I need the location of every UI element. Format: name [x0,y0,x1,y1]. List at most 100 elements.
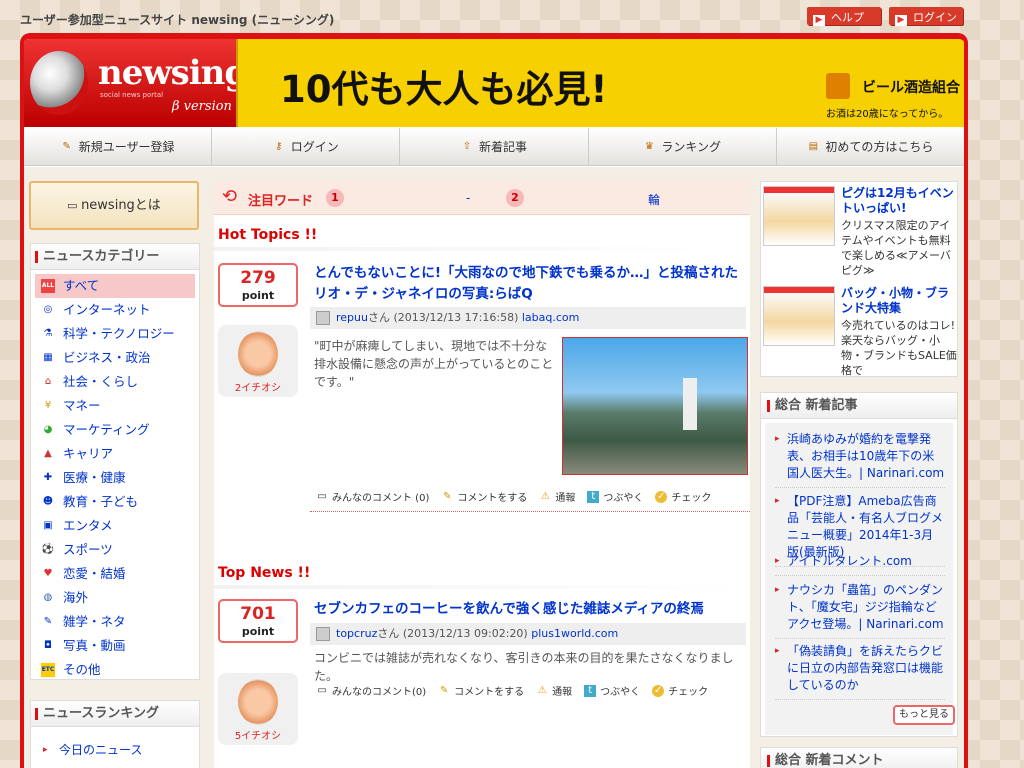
comment-icon: ▭ [317,684,327,696]
category-money[interactable]: ¥ マネー [31,394,199,418]
newsing-logo[interactable]: newsing social news portal β version [24,39,248,127]
report-label: 通報 [552,687,573,698]
about-newsing-button[interactable]: ▭ newsingとは [29,181,199,230]
logo-sub: social news portal [100,91,164,99]
category-label: キャリア [63,446,114,461]
category-overseas[interactable]: ◍ 海外 [31,586,199,610]
category-romance[interactable]: ♥ 恋愛・結婚 [31,562,199,586]
source-link[interactable]: plus1world.com [531,627,618,640]
global-nav: ✎ 新規ユーザー登録 ⚷ ログイン ⇧ 新着記事 ♛ ランキング ▤ 初めての方はこちら [24,128,964,166]
globe-icon: ◍ [43,592,53,603]
hot-word-2[interactable]: 輪 [648,191,660,208]
nav-label: ログイン [290,140,339,154]
category-photo-video[interactable]: ◘ 写真・動画 [31,634,199,658]
nav-new-articles[interactable]: ⇧ 新着記事 [400,128,589,165]
category-label: すべて [63,278,100,293]
hot-words-label: 注目ワード [248,194,314,209]
heart-icon: ♥ [43,568,53,579]
tweet-label: つぶやく [600,687,641,698]
ad-banner[interactable]: 10代も大人も必見! ビール酒造組合 お酒は20歳になってから。 [236,39,964,127]
hot-word-1[interactable]: - [466,191,470,205]
new-comments-box: 総合 新着コメント [760,747,958,768]
login-button[interactable]: ▶ ログイン [889,7,963,26]
avatar [316,627,330,641]
sports-icon: ⚽ [41,544,55,555]
book-icon: ▤ [808,140,819,152]
category-health[interactable]: ✚ 医療・健康 [31,466,199,490]
category-label: 写真・動画 [63,638,126,653]
more-button[interactable]: もっと見る [893,705,955,725]
logo-mark-icon [30,51,88,115]
category-career[interactable]: ▲ キャリア [31,442,199,466]
ad-title[interactable]: ピグは12月もイベントいっぱい! [841,186,959,216]
warning-icon: ⚠ [537,684,547,696]
new-article-link[interactable]: ナウシカ「蟲笛」のペンダント、「魔女宅」ジジ指輪などアクセ登場。| Narina… [775,582,945,639]
comments-label: みんなのコメント (0) [332,493,430,504]
crown-icon: ♛ [644,140,654,152]
category-education[interactable]: ☻ 教育・子ども [31,490,199,514]
check-link[interactable]: ✓ チェック [655,489,711,504]
new-article-link[interactable]: 【PDF注意】Ameba広告商品「芸能人・有名人ブログメニュー概要」2014年1… [775,493,945,567]
hot-words-bar: ⟲ 注目ワード 1 - 2 輪 [214,181,750,215]
etc-icon: ETC [41,663,55,677]
dotted-divider [310,511,750,512]
category-science[interactable]: ⚗ 科学・テクノロジー [31,322,199,346]
tweet-link[interactable]: t つぶやく [584,683,640,698]
category-marketing[interactable]: ◕ マーケティング [31,418,199,442]
write-comment-link[interactable]: ✎ コメントをする [441,489,528,505]
note-icon: ✎ [43,616,53,627]
source-link[interactable]: labaq.com [522,311,580,324]
category-internet[interactable]: ◎ インターネット [31,298,199,322]
article-photo[interactable] [562,337,748,475]
article-meta: topcruzさん (2013/12/13 09:02:20) plus1wor… [310,623,746,645]
tweet-link[interactable]: t つぶやく [587,489,643,504]
login-label: ログイン [913,11,957,24]
points-value: 701 [240,604,276,624]
twitter-icon: t [587,490,600,503]
pencil-icon: ✎ [443,490,452,502]
ranking-box: ニュースランキング 今日のニュース [30,700,200,768]
logo-version: β version [172,99,232,114]
check-link[interactable]: ✓ チェック [652,683,708,698]
comments-link[interactable]: ▭ みんなのコメント (0) [316,489,430,505]
category-business[interactable]: ▦ ビジネス・政治 [31,346,199,370]
article-title-link[interactable]: セブンカフェのコーヒーを飲んで強く感じた雑誌メディアの終焉 [314,599,746,620]
category-label: ビジネス・政治 [63,350,151,365]
pencil-icon: ✎ [62,140,71,152]
internet-icon: ◎ [43,304,53,315]
new-article-link[interactable]: 浜崎あゆみが婚約を電撃発表、お相手は10歳年下の米国人医大生。| Narinar… [775,431,945,488]
banner-brand: ビール酒造組合 [830,77,960,97]
category-all[interactable]: ALL すべて [35,274,195,298]
new-article-link[interactable]: アイドルタレント.com [775,553,945,576]
comments-link[interactable]: ▭ みんなのコメント(0) [316,683,426,699]
points-box: 279 point [218,263,298,307]
write-comment-label: コメントをする [454,687,525,698]
user-link[interactable]: repuu [336,311,368,324]
report-link[interactable]: ⚠ 通報 [539,489,575,505]
write-comment-link[interactable]: ✎ コメントをする [438,683,525,699]
ichioshi-button[interactable]: 2イチオシ [218,325,298,397]
ad-title[interactable]: バッグ・小物・ブランド大特集 [841,286,959,316]
category-trivia[interactable]: ✎ 雑学・ネタ [31,610,199,634]
new-article-link[interactable]: 「偽装請負」を訴えたらクビに日立の内部告発窓口は機能しているのか [775,643,945,700]
nav-beginners[interactable]: ▤ 初めての方はこちら [777,128,964,165]
category-entertainment[interactable]: ▣ エンタメ [31,514,199,538]
category-other[interactable]: ETC その他 [31,658,199,682]
logo-word: newsing [98,53,248,93]
ranking-today-link[interactable]: 今日のニュース [31,739,199,761]
nav-register[interactable]: ✎ 新規ユーザー登録 [24,128,213,165]
help-button[interactable]: ▶ ヘルプ [807,7,881,26]
ichioshi-count: 5イチオシ [234,731,282,742]
user-link[interactable]: topcruz [336,627,377,640]
nav-login[interactable]: ⚷ ログイン [212,128,401,165]
yen-icon: ¥ [44,400,52,411]
report-link[interactable]: ⚠ 通報 [536,683,573,699]
category-society[interactable]: ⌂ 社会・くらし [31,370,199,394]
article-title-link[interactable]: とんでもないことに!「大雨なので地下鉄でも乗るか…」と投稿されたリオ・デ・ジャネ… [314,263,746,305]
category-sports[interactable]: ⚽ スポーツ [31,538,199,562]
write-comment-label: コメントをする [457,493,528,504]
nav-ranking[interactable]: ♛ ランキング [589,128,777,165]
ichioshi-button[interactable]: 5イチオシ [218,673,298,745]
pencil-icon: ✎ [439,684,449,696]
ichioshi-count: 2イチオシ [234,383,282,394]
